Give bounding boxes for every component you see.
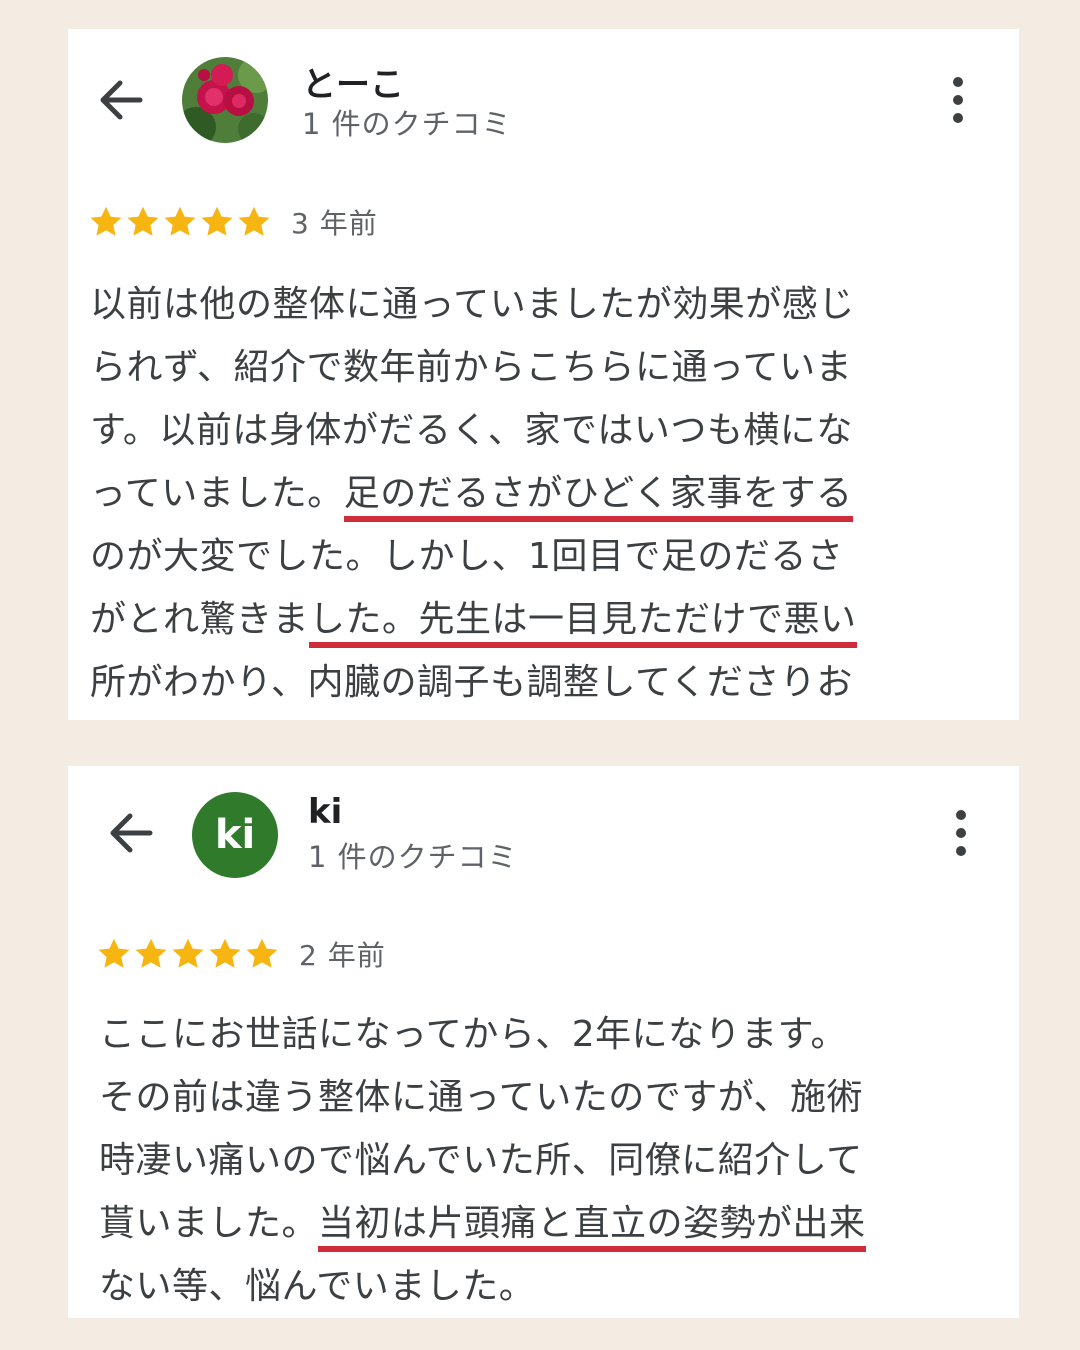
reviewer-name[interactable]: ki xyxy=(308,792,342,832)
review-count: 1 件のクチコミ xyxy=(308,840,518,874)
back-arrow-icon[interactable] xyxy=(100,803,160,863)
review-line: がとれ驚きました。先生は一目見ただけで悪い xyxy=(90,588,857,651)
review-line: す。以前は身体がだるく、家ではいつも横にな xyxy=(90,399,857,462)
review-line-text: のが大変でした。しかし、1回目で足のだるさ xyxy=(90,536,844,577)
star-icon xyxy=(88,204,124,240)
avatar-initials: ki xyxy=(214,812,256,858)
review-line: 時凄い痛いので悩んでいた所、同僚に紹介して xyxy=(99,1129,866,1192)
star-icon xyxy=(244,936,280,972)
review-count: 1 件のクチコミ xyxy=(302,107,512,141)
review-line: のが大変でした。しかし、1回目で足のだるさ xyxy=(90,525,857,588)
highlighted-text: 当初は片頭痛と直立の姿勢が出来 xyxy=(318,1203,866,1252)
star-icon xyxy=(236,204,272,240)
rating-row: 3 年前 xyxy=(88,202,378,242)
review-line: っていました。足のだるさがひどく家事をする xyxy=(90,462,857,525)
star-rating xyxy=(88,204,273,240)
avatar[interactable] xyxy=(182,57,268,143)
review-time: 2 年前 xyxy=(299,939,386,972)
review-line: 所がわかり、内臓の調子も調整してくださりお xyxy=(90,651,857,714)
star-icon xyxy=(96,936,132,972)
review-line: その前は違う整体に通っていたのですが、施術 xyxy=(99,1066,866,1129)
review-line-text: っていました。 xyxy=(90,473,344,514)
star-icon xyxy=(162,204,198,240)
highlighted-text: 足のだるさがひどく家事をする xyxy=(343,473,853,522)
star-icon xyxy=(133,936,169,972)
review-line: ない等、悩んでいました。 xyxy=(99,1255,866,1318)
star-icon xyxy=(125,204,161,240)
star-icon xyxy=(199,204,235,240)
review-line: 以前は他の整体に通っていましたが効果が感じ xyxy=(90,273,857,336)
review-card: とーこ 1 件のクチコミ 3 年前 以前は他の整体に通っていましたが効果が感じら… xyxy=(68,29,1019,720)
review-line-text: 時凄い痛いので悩んでいた所、同僚に紹介して xyxy=(99,1140,863,1181)
review-line-text: す。以前は身体がだるく、家ではいつも横にな xyxy=(90,410,853,451)
review-line: ここにお世話になってから、2年になります。 xyxy=(99,1003,866,1066)
review-card: ki ki 1 件のクチコミ 2 年前 ここにお世話になってから、2年になります… xyxy=(68,766,1019,1318)
review-line-text: がとれ驚きま xyxy=(90,599,310,640)
review-line-text: ない等、悩んでいました。 xyxy=(99,1266,536,1307)
star-icon xyxy=(207,936,243,972)
review-line-text: られず、紹介で数年前からこちらに通っていま xyxy=(90,347,853,388)
review-line-text: 所がわかり、内臓の調子も調整してくださりお xyxy=(90,662,853,703)
star-rating xyxy=(96,936,281,972)
more-vert-icon[interactable] xyxy=(946,75,970,125)
star-icon xyxy=(170,936,206,972)
more-vert-icon[interactable] xyxy=(949,808,973,858)
review-line-text: 以前は他の整体に通っていましたが効果が感じ xyxy=(90,284,855,325)
rating-row: 2 年前 xyxy=(96,934,386,974)
review-line: られず、紹介で数年前からこちらに通っていま xyxy=(90,336,857,399)
reviewer-name[interactable]: とーこ xyxy=(302,57,404,106)
review-text: ここにお世話になってから、2年になります。 その前は違う整体に通っていたのですが、… xyxy=(99,1003,866,1318)
review-time: 3 年前 xyxy=(291,207,378,240)
avatar[interactable]: ki xyxy=(192,792,278,878)
review-text: 以前は他の整体に通っていましたが効果が感じ られず、紹介で数年前からこちらに通って… xyxy=(90,273,857,714)
review-line-text: その前は違う整体に通っていたのですが、施術 xyxy=(99,1077,863,1118)
review-line-text: ここにお世話になってから、2年になります。 xyxy=(99,1014,848,1055)
review-line: 貰いました。当初は片頭痛と直立の姿勢が出来 xyxy=(99,1192,866,1255)
review-line-text: 貰いました。 xyxy=(99,1203,319,1244)
back-arrow-icon[interactable] xyxy=(90,70,150,130)
highlighted-text: した。先生は一目見ただけで悪い xyxy=(309,599,857,648)
